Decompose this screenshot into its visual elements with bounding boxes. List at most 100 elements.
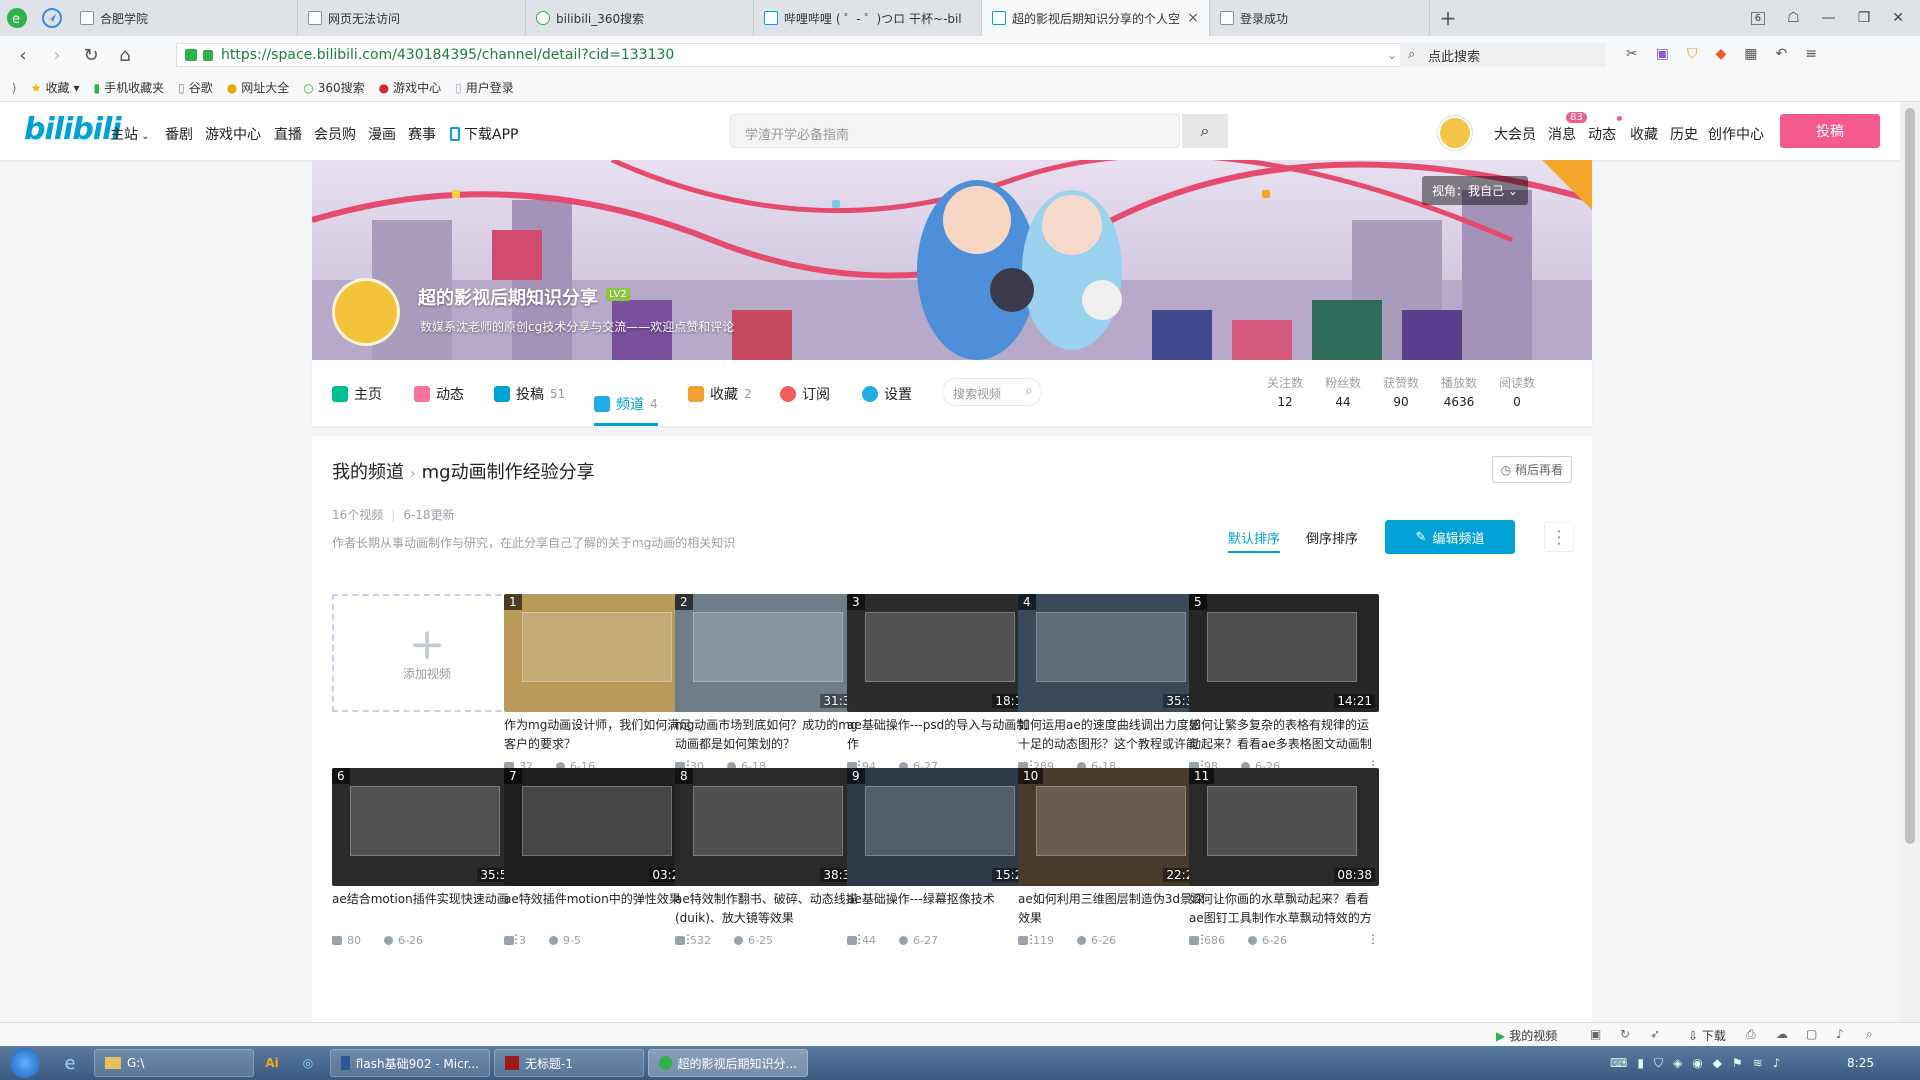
taskbar-item-explorer[interactable]: G:\ [94,1049,254,1077]
video-thumbnail[interactable]: 11 08:38 [1189,768,1379,886]
video-search-input[interactable]: 搜索视频 ⌕ [942,378,1042,406]
zoom-icon[interactable]: ⌕ [1866,1027,1873,1042]
video-title[interactable]: 如何运用ae的速度曲线调出力度感十足的动态图形？这个教程或许能 [1018,716,1208,754]
tab-count-badge[interactable]: 6 [1750,11,1766,25]
undo-icon[interactable]: ↶ [1775,46,1787,62]
reload-icon[interactable]: ↻ [74,38,108,72]
cloud-icon[interactable]: ☁ [1776,1027,1788,1041]
navigate-icon[interactable] [34,0,70,36]
more-options-icon[interactable]: ⋮ [1544,522,1574,552]
sidebar-toggle-icon[interactable]: ⟩ [12,81,17,95]
bookmark-360search[interactable]: ○ 360搜索 [303,79,364,96]
bilibili-logo[interactable]: bilibili [24,112,122,147]
browser-tab-2[interactable]: bilibili_360搜索 [526,0,754,36]
watch-later-button[interactable]: ◷ 稍后再看 [1491,456,1572,483]
nav-main[interactable]: 主站 ⌄ [110,124,150,144]
image-icon[interactable]: ▣ [1590,1027,1601,1041]
address-dropdown-icon[interactable]: ⌄ [1387,48,1397,62]
nav-dynamics[interactable]: 动态 [1588,124,1616,144]
video-title[interactable]: ae特效制作翻书、破碎、动态线描(duik)、放大镜等效果 [675,890,865,928]
video-thumbnail[interactable]: 4 35:34 [1018,594,1208,712]
download-button[interactable]: ⇩ 下载 [1688,1027,1726,1044]
video-card[interactable]: 9 15:20 ae基础操作---绿幕抠像技术 44 6-27 ⋮ [847,768,1037,948]
browser-search-input[interactable]: ⌕ 点此搜索 [1400,43,1606,67]
menu-icon[interactable]: ≡ [1805,46,1817,62]
search-icon[interactable]: ⌕ [1025,383,1033,399]
video-thumbnail[interactable]: 3 18:19 [847,594,1037,712]
tab-channels[interactable]: 频道 4 [594,384,658,426]
video-thumbnail[interactable]: 5 14:21 [1189,594,1379,712]
video-title[interactable]: ae基础操作---绿幕抠像技术 [847,890,1037,928]
video-title[interactable]: 作为mg动画设计师，我们如何满足客户的要求？ [504,716,694,754]
video-thumbnail[interactable]: 2 31:35 [675,594,865,712]
nav-vip[interactable]: 大会员 [1494,124,1536,144]
keyboard-icon[interactable]: ⌨ [1610,1056,1627,1071]
video-thumbnail[interactable]: 7 03:23 [504,768,694,886]
avatar[interactable] [1438,116,1472,150]
sound-icon[interactable]: ♪ [1836,1027,1844,1041]
bookmark-mobile[interactable]: ▮ 手机收藏夹 [94,79,165,96]
video-thumbnail[interactable]: 10 22:28 [1018,768,1208,886]
rocket-icon[interactable]: ➶ [1650,1027,1660,1041]
shield-icon[interactable]: ⛉ [1654,1056,1663,1071]
taskbar-item-browser[interactable]: 超的影视后期知识分... [648,1049,808,1077]
bookmark-game[interactable]: ● 游戏中心 [379,79,442,96]
video-card[interactable]: 10 22:28 ae如何利用三维图层制造伪3d景深效果 119 6-26 ⋮ [1018,768,1208,948]
refresh-icon[interactable]: ↻ [1620,1027,1630,1041]
profile-avatar[interactable] [332,278,400,346]
game-icon[interactable]: ◆ [1715,46,1726,62]
video-title[interactable]: 如何让繁多复杂的表格有规律的运动起来？看看ae多表格图文动画制 [1189,716,1379,754]
tab-uploads[interactable]: 投稿 51 [494,384,565,404]
tab-favorites[interactable]: 收藏 2 [688,384,752,404]
new-tab-button[interactable]: + [1430,6,1466,30]
printer-icon[interactable]: ⎙ [1746,1027,1756,1042]
speaker-icon[interactable]: ♪ [1773,1056,1781,1071]
tab-home[interactable]: 主页 [332,384,382,404]
browser-tab-3[interactable]: 哔哩哔哩 ( ゜- ゜)つロ 干杯~-bil [754,0,982,36]
video-thumbnail[interactable]: 6 35:51 [332,768,522,886]
browser-logo-icon[interactable]: e [0,0,34,36]
browser-tab-5[interactable]: 登录成功 [1210,0,1430,36]
nav-creator-center[interactable]: 创作中心 [1708,124,1764,144]
illustrator-icon[interactable]: Ai [254,1056,290,1070]
window-icon[interactable]: ▢ [1806,1027,1817,1041]
sort-default[interactable]: 默认排序 [1228,528,1281,553]
sort-reverse[interactable]: 倒序排序 [1306,528,1358,547]
start-button[interactable] [0,1046,50,1080]
scissors-icon[interactable]: ✂ [1626,46,1638,62]
flag-icon[interactable]: ⚑ [1732,1056,1743,1071]
security-icon[interactable]: ◆ [1713,1056,1722,1071]
browser-tab-1[interactable]: 网页无法访问 [298,0,526,36]
browser-tab-4[interactable]: 超的影视后期知识分享的个人空 × [982,0,1210,36]
video-card[interactable]: 5 14:21 如何让繁多复杂的表格有规律的运动起来？看看ae多表格图文动画制 98 6… [1189,594,1379,774]
forward-icon[interactable]: › [40,38,74,72]
video-card[interactable]: 8 38:32 ae特效制作翻书、破碎、动态线描(duik)、放大镜等效果 532 6-… [675,768,865,948]
bookmark-login[interactable]: ▯ 用户登录 [455,79,514,96]
browser-tab-0[interactable]: 合肥学院 [70,0,298,36]
edit-channel-button[interactable]: ✎ 编辑频道 [1385,520,1515,554]
url-input[interactable]: https://space.bilibili.com/430184395/cha… [176,43,1408,67]
apps-icon[interactable]: ▦ [1744,46,1757,62]
tab-dynamics[interactable]: 动态 [414,384,464,404]
breadcrumb-root[interactable]: 我的频道 [332,462,404,483]
video-card[interactable]: 2 31:35 mg动画市场到底如何？成功的mg动画都是如何策划的？ 30 6-18 ⋮ [675,594,865,774]
video-title[interactable]: ae基础操作---psd的导入与动画制作 [847,716,1037,754]
nav-bangumi[interactable]: 番剧 [165,124,193,144]
close-window-icon[interactable]: ✕ [1892,10,1904,26]
video-card[interactable]: 4 35:34 如何运用ae的速度曲线调出力度感十足的动态图形？这个教程或许能 289… [1018,594,1208,774]
my-video-button[interactable]: ▶ 我的视频 [1496,1027,1557,1044]
shield-icon[interactable]: ⛉ [1687,46,1698,62]
stat-followers[interactable]: 粉丝数 44 [1318,374,1368,409]
tab-settings[interactable]: 设置 [862,384,912,404]
nav-live[interactable]: 直播 [274,124,302,144]
video-title[interactable]: ae结合motion插件实现快速动画 [332,890,522,928]
video-title[interactable]: ae特效插件motion中的弹性效果 [504,890,694,928]
video-card[interactable]: 3 18:19 ae基础操作---psd的导入与动画制作 94 6-27 ⋮ [847,594,1037,774]
nav-match[interactable]: 赛事 [408,124,436,144]
video-card[interactable]: 1 作为mg动画设计师，我们如何满足客户的要求？ 32 6-16 ⋮ [504,594,694,774]
nav-history[interactable]: 历史 [1670,124,1698,144]
video-card[interactable]: 6 35:51 ae结合motion插件实现快速动画 80 6-26 ⋮ [332,768,522,948]
video-card[interactable]: 11 08:38 如何让你画的水草飘动起来？看看ae图钉工具制作水草飘动特效的方 68… [1189,768,1379,948]
stat-following[interactable]: 关注数 12 [1260,374,1310,409]
back-icon[interactable]: ‹ [6,38,40,72]
